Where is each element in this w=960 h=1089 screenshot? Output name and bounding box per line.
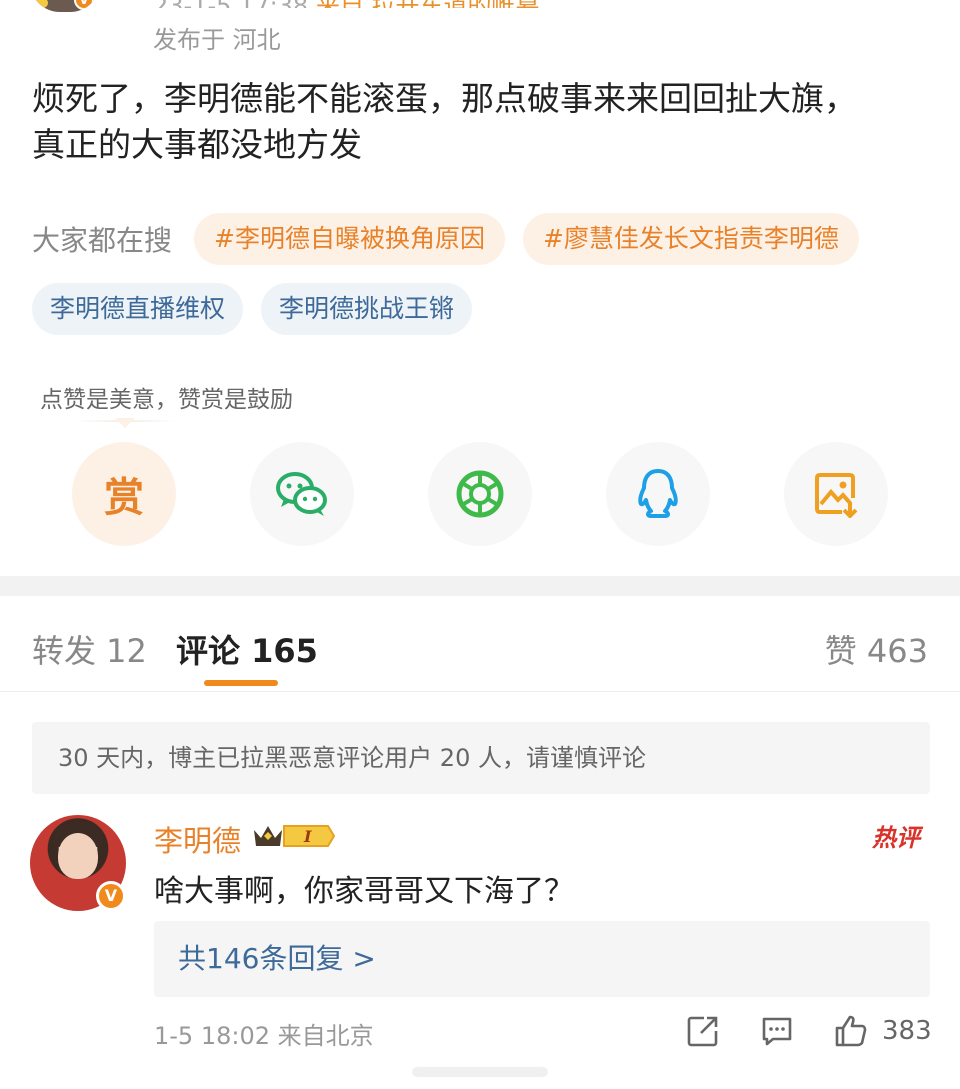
like-icon[interactable] xyxy=(834,1014,868,1048)
author-badge-icon xyxy=(34,0,48,8)
hot-comment-badge: 热评 xyxy=(872,824,920,852)
post-source[interactable]: 来自 拉开车道的帷幕 xyxy=(316,0,540,8)
reward-button[interactable]: 赏 xyxy=(72,442,176,546)
hot-search-tag[interactable]: #李明德自曝被换角原因 xyxy=(194,213,505,265)
post-location: 发布于 河北 xyxy=(153,26,281,54)
post-text-line-1: 烦死了，李明德能不能滚蛋，那点破事来来回回扯大旗， xyxy=(32,79,857,118)
repost-icon[interactable] xyxy=(686,1014,720,1048)
commenter-name[interactable]: 李明德 xyxy=(154,818,241,860)
tip-pointer-icon xyxy=(115,418,135,428)
tab-likes[interactable]: 赞 463 xyxy=(825,626,928,672)
avatar-face xyxy=(58,833,98,879)
vip-level-text: I xyxy=(303,827,312,846)
search-tag-row: 李明德直播维权 李明德挑战王锵 xyxy=(32,282,490,336)
commenter-avatar[interactable]: V xyxy=(30,815,126,911)
verified-icon: V xyxy=(74,0,94,10)
comment-icon[interactable] xyxy=(760,1014,794,1048)
hot-search-tag[interactable]: #廖慧佳发长文指责李明德 xyxy=(522,213,859,265)
share-wechat-button[interactable] xyxy=(250,442,354,546)
comment-like-count: 383 xyxy=(882,1016,932,1046)
save-image-button[interactable] xyxy=(784,442,888,546)
post-text-line-2: 真正的大事都没地方发 xyxy=(32,125,362,164)
reward-icon: 赏 xyxy=(104,475,144,521)
section-divider xyxy=(0,576,960,596)
share-qq-button[interactable] xyxy=(606,442,710,546)
search-tag[interactable]: 李明德直播维权 xyxy=(32,283,244,335)
view-replies-link[interactable]: 共146条回复 > xyxy=(154,921,930,997)
interaction-tabs: 转发 12 评论 165 赞 463 xyxy=(0,596,960,692)
wechat-icon xyxy=(276,472,327,516)
share-actions: 赏 xyxy=(72,442,892,548)
verified-icon: V xyxy=(96,881,126,911)
post-header: V 23-1-5 17:38 来自 拉开车道的帷幕 发布于 河北 xyxy=(0,0,960,60)
home-indicator xyxy=(412,1067,548,1077)
save-image-icon xyxy=(815,473,858,518)
tab-repost[interactable]: 转发 12 xyxy=(32,626,147,672)
post-time-source: 23-1-5 17:38 来自 拉开车道的帷幕 xyxy=(153,0,539,8)
reward-tip: 点赞是美意，赞赏是鼓励 xyxy=(40,387,293,413)
comment-notice: 30 天内，博主已拉黑恶意评论用户 20 人，请谨慎评论 xyxy=(32,722,930,794)
author-avatar[interactable]: V xyxy=(30,0,100,12)
post-body: 烦死了，李明德能不能滚蛋，那点破事来来回回扯大旗， 真正的大事都没地方发 xyxy=(32,76,932,168)
trending-search-label: 大家都在搜 xyxy=(32,224,173,257)
share-moments-button[interactable] xyxy=(428,442,532,546)
vip-crown-badge-icon: I xyxy=(254,825,336,847)
search-tag[interactable]: 李明德挑战王锵 xyxy=(261,283,473,335)
comment-meta: 1-5 18:02 来自北京 xyxy=(154,1022,374,1050)
active-tab-indicator xyxy=(204,680,278,686)
tab-comments[interactable]: 评论 165 xyxy=(176,626,318,672)
moments-icon xyxy=(456,470,504,518)
trending-search-row: 大家都在搜 #李明德自曝被换角原因 #廖慧佳发长文指责李明德 xyxy=(32,212,877,266)
post-time: 23-1-5 17:38 xyxy=(153,0,308,8)
comment-text: 啥大事啊，你家哥哥又下海了？ xyxy=(154,874,574,909)
qq-icon xyxy=(638,469,678,518)
